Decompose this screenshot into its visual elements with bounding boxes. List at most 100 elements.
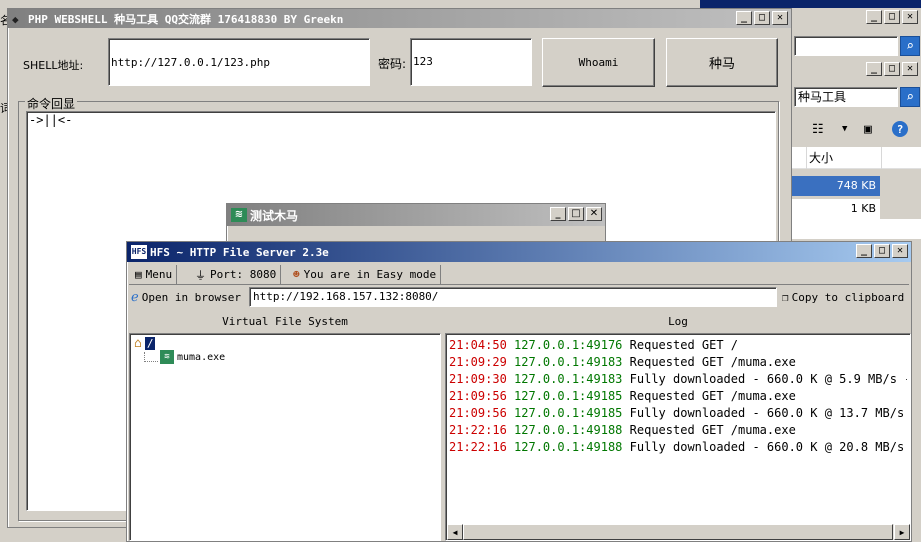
- log-message: Fully downloaded - 660.0 K @ 20.8 MB/s -: [629, 440, 907, 454]
- minimize-icon[interactable]: _: [736, 11, 752, 25]
- vfs-file-label: muma.exe: [177, 351, 226, 363]
- log-message: Requested GET /muma.exe: [629, 355, 796, 369]
- shell-url-input[interactable]: http://127.0.0.1/123.php: [108, 38, 370, 86]
- log-address: 127.0.0.1:49185: [514, 406, 623, 420]
- help-icon[interactable]: ?: [892, 121, 908, 137]
- mode-button[interactable]: ☻ You are in Easy mode: [289, 265, 442, 284]
- port-button[interactable]: ⏚ Port: 8080: [191, 265, 282, 284]
- menu-icon: ▤: [135, 268, 142, 281]
- shell-url-label: SHELL地址:: [23, 59, 84, 72]
- output-legend: 命令回显: [25, 95, 78, 112]
- close-icon[interactable]: ✕: [902, 62, 918, 76]
- browser-icon: ℯ: [131, 289, 139, 305]
- log-line: 21:22:16 127.0.0.1:49188 Fully downloade…: [449, 439, 907, 456]
- zhongma-button[interactable]: 种马: [666, 38, 778, 87]
- url-field[interactable]: http://192.168.157.132:8080/: [249, 287, 777, 307]
- log-line: 21:09:30 127.0.0.1:49183 Fully downloade…: [449, 371, 907, 388]
- open-browser-button[interactable]: ℯ Open in browser: [131, 288, 241, 306]
- trojan-file-icon: ≋: [160, 350, 174, 364]
- chevron-down-icon[interactable]: ▼: [842, 124, 847, 134]
- close-icon[interactable]: ✕: [586, 207, 602, 221]
- log-address: 127.0.0.1:49183: [514, 355, 623, 369]
- horizontal-scrollbar[interactable]: ◀ ▶: [447, 524, 910, 540]
- log-time: 21:04:50: [449, 338, 507, 352]
- password-label: 密码:: [378, 57, 407, 71]
- log-time: 21:22:16: [449, 440, 507, 454]
- open-browser-label: Open in browser: [141, 290, 242, 304]
- preview-pane-icon[interactable]: ▣: [864, 122, 872, 137]
- test-dialog-titlebar: ≋ 测试木马 _ □ ✕: [227, 204, 605, 226]
- maximize-icon[interactable]: □: [754, 11, 770, 25]
- menu-label: Menu: [145, 268, 173, 281]
- file-row-selected[interactable]: 748 KB: [792, 176, 880, 196]
- copy-clipboard-button[interactable]: ❐ Copy to clipboard: [782, 288, 904, 306]
- test-trojan-dialog: ≋ 测试木马 _ □ ✕: [226, 203, 606, 243]
- trojan-icon: ≋: [231, 208, 247, 222]
- log-address: 127.0.0.1:49185: [514, 389, 623, 403]
- vfs-tree[interactable]: ⌂ / ≋ muma.exe: [129, 333, 441, 541]
- minimize-icon[interactable]: _: [866, 10, 882, 24]
- hfs-titlebar: HFS HFS ~ HTTP File Server 2.3e _ □ ✕: [127, 242, 911, 262]
- bg-window-controls-1: _ □ ✕: [866, 10, 918, 24]
- log-message: Requested GET /muma.exe: [629, 423, 796, 437]
- log-address: 127.0.0.1:49176: [514, 338, 623, 352]
- webshell-titlebar: ◆ PHP WEBSHELL 种马工具 QQ交流群 176418830 BY G…: [8, 9, 791, 28]
- hfs-title: HFS ~ HTTP File Server 2.3e: [150, 245, 329, 259]
- password-value: 123: [413, 55, 433, 68]
- bg-titlebar-1: [700, 0, 921, 8]
- close-icon[interactable]: ✕: [772, 11, 788, 25]
- log-address: 127.0.0.1:49188: [514, 440, 623, 454]
- app-icon: ◆: [12, 12, 19, 26]
- scroll-right-icon[interactable]: ▶: [894, 524, 910, 540]
- menu-button[interactable]: ▤ Menu: [131, 265, 178, 284]
- log-time: 21:09:56: [449, 389, 507, 403]
- log-header: Log: [445, 311, 911, 333]
- zhongma-label: 种马: [708, 57, 735, 72]
- close-icon[interactable]: ✕: [892, 244, 908, 258]
- log-time: 21:22:16: [449, 423, 507, 437]
- vfs-root-node[interactable]: ⌂ /: [134, 336, 156, 351]
- tree-connector: [144, 352, 158, 362]
- url-value: http://192.168.157.132:8080/: [253, 290, 439, 303]
- bg-search-value: 种马工具: [798, 90, 847, 104]
- minimize-icon[interactable]: _: [550, 207, 566, 221]
- log-message: Requested GET /muma.exe: [629, 389, 796, 403]
- size-label: 大小: [809, 151, 834, 165]
- search-icon[interactable]: ⌕: [900, 87, 920, 107]
- log-time: 21:09:29: [449, 355, 507, 369]
- file-list-area: [792, 219, 921, 239]
- log-panel[interactable]: 21:04:50 127.0.0.1:49176 Requested GET /…: [445, 333, 911, 541]
- copy-clipboard-label: Copy to clipboard: [791, 290, 905, 304]
- bg-search-box-1[interactable]: [794, 36, 898, 56]
- close-icon[interactable]: ✕: [902, 10, 918, 24]
- vfs-file-node[interactable]: ≋ muma.exe: [160, 350, 225, 364]
- log-message: Fully downloaded - 660.0 K @ 5.9 MB/s - …: [629, 372, 907, 386]
- hfs-toolbar: ▤ Menu ⏚ Port: 8080 ☻ You are in Easy mo…: [129, 264, 909, 285]
- minimize-icon[interactable]: _: [866, 62, 882, 76]
- maximize-icon[interactable]: □: [874, 244, 890, 258]
- view-list-icon[interactable]: ☷: [812, 122, 824, 137]
- file-size: 1 KB: [850, 202, 876, 215]
- search-icon[interactable]: ⌕: [900, 36, 920, 56]
- maximize-icon[interactable]: □: [884, 62, 900, 76]
- maximize-icon[interactable]: □: [568, 207, 584, 221]
- shell-url-value: http://127.0.0.1/123.php: [111, 56, 270, 69]
- whoami-button[interactable]: Whoami: [542, 38, 655, 87]
- log-time: 21:09:56: [449, 406, 507, 420]
- log-header-label: Log: [668, 315, 688, 328]
- log-address: 127.0.0.1:49188: [514, 423, 623, 437]
- maximize-icon[interactable]: □: [884, 10, 900, 24]
- minimize-icon[interactable]: _: [856, 244, 872, 258]
- bg-search-box-2[interactable]: 种马工具: [794, 87, 898, 107]
- log-message: Requested GET /: [629, 338, 739, 352]
- log-line: 21:09:56 127.0.0.1:49185 Requested GET /…: [449, 388, 907, 405]
- plug-icon: ⏚: [195, 268, 206, 282]
- scroll-thumb[interactable]: [463, 524, 893, 540]
- vfs-header: Virtual File System: [129, 311, 441, 333]
- log-line: 21:09:56 127.0.0.1:49185 Fully downloade…: [449, 405, 907, 422]
- password-input[interactable]: 123: [410, 38, 532, 86]
- column-header-size[interactable]: 大小: [806, 147, 882, 169]
- log-line: 21:09:29 127.0.0.1:49183 Requested GET /…: [449, 354, 907, 371]
- scroll-left-icon[interactable]: ◀: [447, 524, 463, 540]
- file-row[interactable]: 1 KB: [792, 199, 880, 219]
